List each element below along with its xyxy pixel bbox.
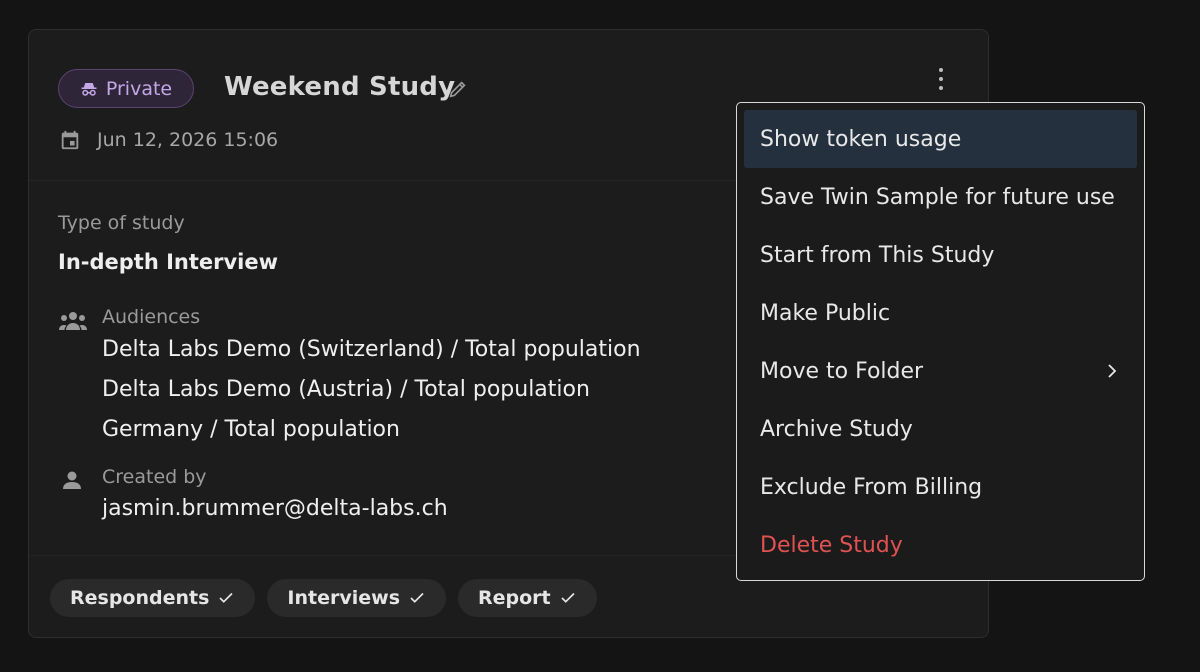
audience-item: Germany / Total population [102, 417, 400, 442]
menu-item-label: Save Twin Sample for future use [760, 184, 1115, 210]
person-icon [63, 471, 81, 489]
menu-item-label: Start from This Study [760, 242, 995, 268]
chip-respondents[interactable]: Respondents [50, 579, 256, 617]
menu-item-exclude-from-billing[interactable]: Exclude From Billing [744, 458, 1137, 516]
menu-item-label: Show token usage [760, 126, 962, 152]
chip-report[interactable]: Report [458, 579, 597, 617]
study-date: Jun 12, 2026 15:06 [97, 129, 279, 151]
audience-item: Delta Labs Demo (Switzerland) / Total po… [102, 337, 641, 362]
menu-item-start-from-study[interactable]: Start from This Study [744, 226, 1137, 284]
people-icon [59, 312, 87, 330]
pencil-icon[interactable] [447, 78, 469, 100]
menu-item-move-to-folder[interactable]: Move to Folder [744, 342, 1137, 400]
created-by-value: jasmin.brummer@delta-labs.ch [102, 496, 448, 521]
audience-item: Delta Labs Demo (Austria) / Total popula… [102, 377, 590, 402]
chip-interviews[interactable]: Interviews [267, 579, 447, 617]
menu-item-delete-study[interactable]: Delete Study [744, 516, 1137, 574]
badge-label: Private [105, 77, 173, 100]
incognito-icon [81, 82, 97, 96]
menu-item-show-token-usage[interactable]: Show token usage [744, 110, 1137, 168]
menu-item-label: Exclude From Billing [760, 474, 983, 500]
check-icon [219, 592, 234, 603]
menu-item-archive-study[interactable]: Archive Study [744, 400, 1137, 458]
menu-item-label: Archive Study [760, 416, 913, 442]
menu-item-label: Move to Folder [760, 358, 924, 384]
chevron-right-icon [1108, 364, 1117, 378]
context-menu: Show token usage Save Twin Sample for fu… [736, 102, 1145, 581]
private-badge: Private [58, 69, 194, 108]
check-icon [410, 592, 424, 603]
type-label: Type of study [58, 212, 185, 234]
menu-item-save-twin-sample[interactable]: Save Twin Sample for future use [744, 168, 1137, 226]
chip-label: Report [478, 587, 551, 609]
audiences-label: Audiences [102, 306, 201, 328]
menu-item-make-public[interactable]: Make Public [744, 284, 1137, 342]
status-chips: Respondents Interviews Report [50, 579, 597, 617]
menu-item-label: Delete Study [760, 532, 903, 558]
kebab-menu-icon[interactable] [927, 62, 955, 96]
date-row: Jun 12, 2026 15:06 [59, 129, 278, 151]
menu-item-label: Make Public [760, 300, 891, 326]
created-by-label: Created by [102, 466, 207, 488]
audiences-list: Delta Labs Demo (Switzerland) / Total po… [102, 335, 641, 455]
chip-label: Respondents [70, 587, 210, 609]
type-value: In-depth Interview [58, 250, 279, 274]
calendar-icon [61, 130, 79, 150]
study-title: Weekend Study [224, 72, 456, 102]
chip-label: Interviews [287, 587, 401, 609]
check-icon [561, 592, 575, 603]
